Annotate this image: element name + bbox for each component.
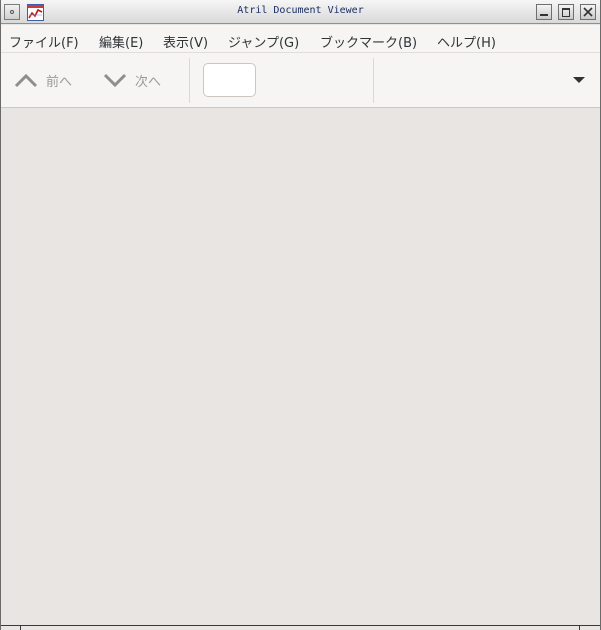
document-view-area[interactable] bbox=[1, 108, 600, 625]
page-number-input[interactable] bbox=[203, 63, 256, 97]
status-divider bbox=[579, 626, 580, 630]
previous-page-button[interactable]: 前へ bbox=[14, 65, 72, 95]
chevron-down-icon bbox=[103, 73, 127, 88]
menu-edit[interactable]: 編集(E) bbox=[99, 32, 143, 51]
menu-file[interactable]: ファイル(F) bbox=[9, 32, 79, 51]
close-icon bbox=[583, 7, 593, 17]
next-page-label: 次へ bbox=[135, 74, 162, 90]
menu-bar: ファイル(F) 編集(E) 表示(V) ジャンプ(G) ブックマーク(B) ヘル… bbox=[1, 25, 600, 53]
close-button[interactable] bbox=[580, 4, 596, 20]
next-page-button[interactable]: 次へ bbox=[103, 65, 161, 95]
maximize-button[interactable] bbox=[558, 4, 574, 20]
toolbar-separator bbox=[373, 58, 374, 103]
status-bar bbox=[1, 625, 600, 630]
toolbar-separator bbox=[189, 58, 190, 103]
status-divider bbox=[20, 626, 21, 630]
chevron-up-icon bbox=[14, 73, 38, 88]
menu-go[interactable]: ジャンプ(G) bbox=[228, 32, 299, 51]
app-window: Atril Document Viewer ファイル(F) 編集(E) 表示(V… bbox=[0, 0, 601, 630]
toolbar-menu-dropdown-icon[interactable] bbox=[569, 73, 589, 87]
toolbar: 前へ 次へ bbox=[1, 53, 600, 108]
title-bar[interactable]: Atril Document Viewer bbox=[1, 0, 600, 24]
minimize-button[interactable] bbox=[536, 4, 552, 20]
previous-page-label: 前へ bbox=[46, 74, 73, 90]
menu-help[interactable]: ヘルプ(H) bbox=[437, 32, 496, 51]
menu-view[interactable]: 表示(V) bbox=[163, 32, 208, 51]
menu-bookmarks[interactable]: ブックマーク(B) bbox=[320, 32, 417, 51]
window-title: Atril Document Viewer bbox=[237, 5, 364, 16]
